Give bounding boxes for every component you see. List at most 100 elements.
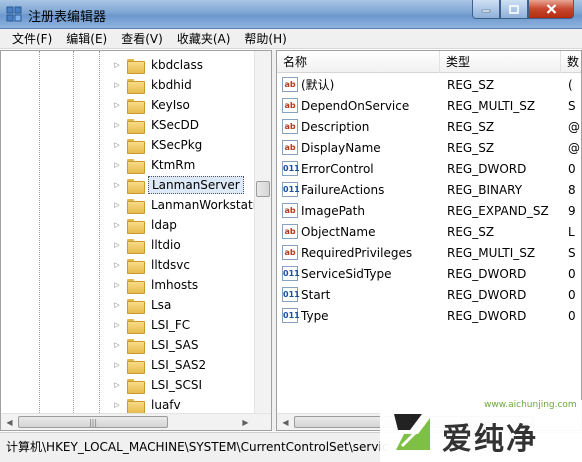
expand-arrow-icon[interactable]: ▷ (111, 235, 123, 255)
value-row[interactable]: 011 Start REG_DWORD 0 (277, 284, 581, 305)
menu-favorites[interactable]: 收藏夹(A) (171, 30, 239, 47)
tree-item-label: LSI_FC (151, 318, 191, 332)
string-value-icon: ab (282, 98, 298, 113)
expand-arrow-icon[interactable]: ▷ (111, 175, 123, 195)
value-row[interactable]: ab DependOnService REG_MULTI_SZ S (277, 95, 581, 116)
folder-icon (127, 358, 145, 374)
binary-value-icon: 011 (282, 182, 300, 197)
value-row[interactable]: ab RequiredPrivileges REG_MULTI_SZ S (277, 242, 581, 263)
expand-arrow-icon[interactable]: ▷ (111, 115, 123, 135)
tree-item[interactable]: ▷ LanmanWorkstatio (111, 195, 266, 215)
value-row[interactable]: 011 ServiceSidType REG_DWORD 0 (277, 263, 581, 284)
tree-vertical-scrollbar[interactable] (254, 51, 271, 415)
value-row[interactable]: ab DisplayName REG_SZ @ (277, 137, 581, 158)
value-type: REG_DWORD (447, 287, 527, 302)
value-type: REG_SZ (447, 140, 495, 155)
value-data: 8 (568, 182, 576, 197)
expand-arrow-icon[interactable]: ▷ (111, 195, 123, 215)
menu-view[interactable]: 查看(V) (115, 30, 171, 47)
value-data: S (568, 98, 576, 113)
tree-item[interactable]: ▷ lmhosts (111, 275, 201, 295)
folder-icon (127, 378, 145, 394)
value-row[interactable]: ab ImagePath REG_EXPAND_SZ 9 (277, 200, 581, 221)
folder-icon (127, 318, 145, 334)
value-name: Description (301, 119, 370, 134)
value-row[interactable]: ab (默认) REG_SZ ( (277, 74, 581, 95)
string-value-icon: ab (282, 77, 298, 92)
tree-scroll-thumb[interactable] (256, 181, 270, 197)
watermark-logo-icon (394, 414, 430, 450)
tree-item[interactable]: ▷ KeyIso (111, 95, 193, 115)
expand-arrow-icon[interactable]: ▷ (111, 75, 123, 95)
value-data: @ (568, 119, 580, 134)
menu-bar: 文件(F) 编辑(E) 查看(V) 收藏夹(A) 帮助(H) (0, 29, 582, 49)
value-row[interactable]: 011 FailureActions REG_BINARY 8 (277, 179, 581, 200)
expand-arrow-icon[interactable]: ▷ (111, 55, 123, 75)
expand-arrow-icon[interactable]: ▷ (111, 395, 123, 415)
binary-value-icon: 011 (282, 161, 300, 176)
expand-arrow-icon[interactable]: ▷ (111, 375, 123, 395)
maximize-button[interactable] (500, 0, 528, 19)
value-row[interactable]: ab ObjectName REG_SZ L (277, 221, 581, 242)
value-data: 0 (568, 161, 576, 176)
folder-icon (127, 278, 145, 294)
folder-icon (127, 298, 145, 314)
expand-arrow-icon[interactable]: ▷ (111, 295, 123, 315)
value-data: L (568, 224, 575, 239)
value-row[interactable]: 011 Type REG_DWORD 0 (277, 305, 581, 326)
tree-item[interactable]: ▷ luafv (111, 395, 184, 415)
tree-item[interactable]: ▷ LSI_SCSI (111, 375, 205, 395)
expand-arrow-icon[interactable]: ▷ (111, 355, 123, 375)
tree-item[interactable]: ▷ lltdio (111, 235, 184, 255)
tree-item[interactable]: ▷ LSI_SAS (111, 335, 202, 355)
expand-arrow-icon[interactable]: ▷ (111, 275, 123, 295)
string-value-icon: ab (282, 119, 298, 134)
scroll-right-icon[interactable]: ▶ (237, 414, 254, 430)
tree-item[interactable]: ▷ KSecPkg (111, 135, 205, 155)
folder-icon (127, 98, 145, 114)
menu-edit[interactable]: 编辑(E) (60, 30, 115, 47)
expand-arrow-icon[interactable]: ▷ (111, 335, 123, 355)
expand-arrow-icon[interactable]: ▷ (111, 255, 123, 275)
expand-arrow-icon[interactable]: ▷ (111, 95, 123, 115)
tree-item-label: LanmanServer (148, 176, 244, 194)
value-name: ErrorControl (301, 161, 374, 176)
expand-arrow-icon[interactable]: ▷ (111, 315, 123, 335)
column-header-type[interactable]: 类型 (440, 51, 561, 73)
expand-arrow-icon[interactable]: ▷ (111, 215, 123, 235)
scroll-left-icon[interactable]: ◀ (1, 414, 18, 430)
tree-item[interactable]: ▷ LSI_SAS2 (111, 355, 209, 375)
value-name: FailureActions (301, 182, 385, 197)
column-header-data[interactable]: 数 (561, 51, 581, 73)
minimize-button[interactable] (472, 0, 500, 19)
tree-horizontal-scrollbar[interactable]: ◀ ||| ▶ (1, 413, 271, 430)
string-value-icon: ab (282, 203, 298, 218)
tree-item[interactable]: ▷ lltdsvc (111, 255, 193, 275)
scroll-left-icon[interactable]: ◀ (277, 414, 294, 430)
tree-item[interactable]: ▷ KSecDD (111, 115, 202, 135)
value-name: Type (301, 308, 329, 323)
value-list-pane[interactable]: 名称 类型 数 ab (默认) REG_SZ(ab DependOnService RE… (276, 50, 582, 431)
value-row[interactable]: 011 ErrorControl REG_DWORD 0 (277, 158, 581, 179)
menu-file[interactable]: 文件(F) (6, 30, 60, 47)
value-name: DisplayName (301, 140, 381, 155)
expand-arrow-icon[interactable]: ▷ (111, 155, 123, 175)
tree-item[interactable]: ▷ KtmRm (111, 155, 198, 175)
column-header-name[interactable]: 名称 (277, 51, 440, 73)
watermark-url: www.aichunjing.com (484, 400, 577, 410)
menu-help[interactable]: 帮助(H) (238, 30, 294, 47)
tree-item[interactable]: ▷ kbdhid (111, 75, 195, 95)
tree-item[interactable]: ▷ kbdclass (111, 55, 206, 75)
string-value-icon: ab (282, 245, 298, 260)
value-name: ImagePath (301, 203, 365, 218)
tree-item[interactable]: ▷ LSI_FC (111, 315, 193, 335)
tree-hscroll-thumb[interactable]: ||| (18, 416, 168, 428)
tree-item[interactable]: ▷ LanmanServer (111, 175, 244, 195)
tree-item[interactable]: ▷ ldap (111, 215, 180, 235)
tree-item[interactable]: ▷ Lsa (111, 295, 174, 315)
value-name: DependOnService (301, 98, 410, 113)
close-button[interactable] (528, 0, 574, 19)
value-row[interactable]: ab Description REG_SZ @ (277, 116, 581, 137)
expand-arrow-icon[interactable]: ▷ (111, 135, 123, 155)
key-tree-pane[interactable]: ▷ kbdclass ▷ kbdhid ▷ KeyIso ▷ KSecDD ▷ KSecPkg ▷ K… (0, 50, 272, 431)
